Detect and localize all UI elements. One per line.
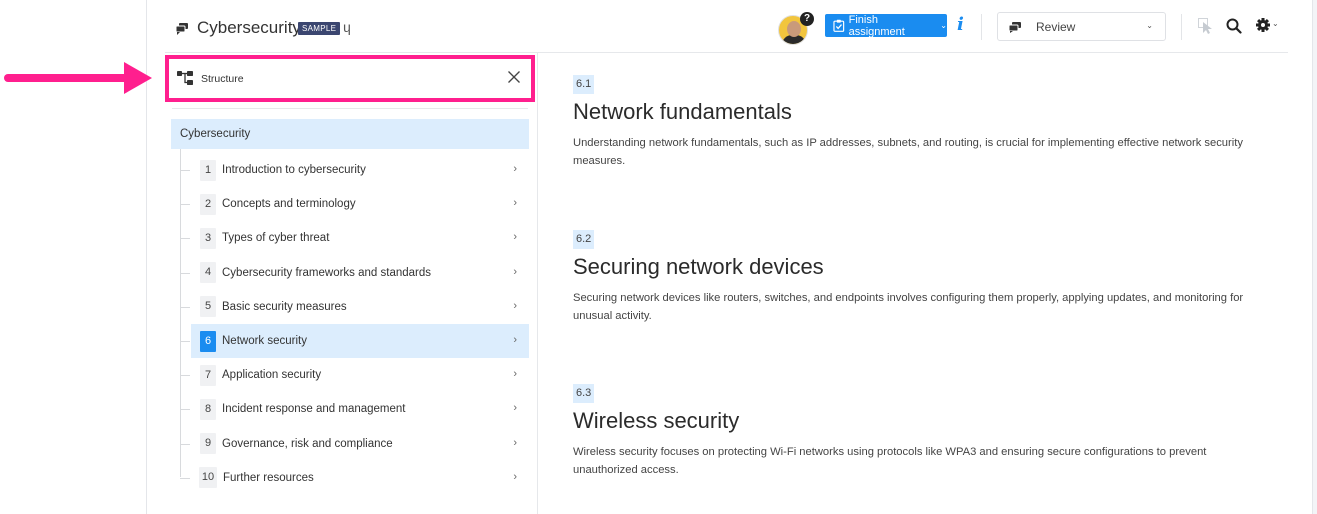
section-title: Wireless security xyxy=(573,408,740,433)
tree-connector-tick xyxy=(180,170,190,171)
version-icon[interactable]: ɥ xyxy=(343,19,351,35)
chapter-label: Cybersecurity frameworks and standards xyxy=(222,266,431,279)
tree-item[interactable]: 7 Application security › xyxy=(180,358,529,392)
chapter-label: Governance, risk and compliance xyxy=(222,437,393,450)
avatar-head xyxy=(787,21,801,37)
tree-root-cybersecurity[interactable]: Cybersecurity xyxy=(171,119,529,149)
tree-connector-tick xyxy=(180,409,190,411)
chapter-label: Basic security measures xyxy=(222,300,347,313)
tree-connector-tick xyxy=(180,238,190,240)
chevron-down-icon: ⌄ xyxy=(940,21,947,30)
sidebar-border xyxy=(537,53,538,514)
tree-connector-tick xyxy=(180,443,190,445)
chevron-right-icon[interactable]: › xyxy=(513,300,517,312)
chapter-label: Introduction to cybersecurity xyxy=(222,164,366,176)
tree-item[interactable]: 8 Incident response and management › xyxy=(180,392,529,426)
tree-item[interactable]: 5 Basic security measures › xyxy=(180,290,529,324)
tree-item[interactable]: 10 Further resources › xyxy=(180,461,529,495)
section-title: Network fundamentals xyxy=(573,99,792,124)
tree-connector-tick xyxy=(180,204,190,206)
section-body: Securing network devices like routers, s… xyxy=(573,292,1244,322)
review-chat-icon xyxy=(175,23,188,35)
chevron-right-icon[interactable]: › xyxy=(513,402,517,414)
chapter-number: 3 xyxy=(200,227,216,249)
section-number: 6.1 xyxy=(573,75,595,94)
review-mode-select[interactable]: Review ⌄ xyxy=(997,12,1166,41)
content-section: 6.1 Network fundamentals Understanding net… xyxy=(573,74,1253,170)
content-section: 6.2 Securing network devices Securing netw… xyxy=(573,229,1253,325)
tree-connector-line xyxy=(180,149,181,477)
close-icon[interactable] xyxy=(507,70,521,84)
chapter-number: 8 xyxy=(200,398,216,420)
chevron-right-icon[interactable]: › xyxy=(513,437,517,449)
tree-item[interactable]: 1 Introduction to cybersecurity › xyxy=(180,153,529,187)
chevron-right-icon[interactable]: › xyxy=(513,266,517,278)
chapter-label: Concepts and terminology xyxy=(222,198,356,211)
chevron-down-icon[interactable]: ⌄ xyxy=(1272,19,1279,28)
clipboard-check-icon xyxy=(833,19,845,32)
tree-item[interactable]: 2 Concepts and terminology › xyxy=(180,187,529,221)
chevron-right-icon[interactable]: › xyxy=(513,368,517,380)
tree-connector-tick xyxy=(180,272,190,274)
section-title: Securing network devices xyxy=(573,254,824,279)
tree-connector-tick xyxy=(180,477,190,479)
content-section: 6.3 Wireless security Wireless security fo… xyxy=(573,383,1253,479)
chevron-right-icon[interactable]: › xyxy=(513,334,517,346)
chapter-number: 4 xyxy=(200,262,216,284)
chapter-number: 5 xyxy=(200,296,216,318)
section-number: 6.2 xyxy=(573,230,595,249)
chapter-label: Application security xyxy=(222,369,322,382)
chevron-right-icon[interactable]: › xyxy=(513,471,517,483)
structure-divider xyxy=(172,108,528,109)
chapter-number: 7 xyxy=(200,364,216,386)
structure-tree-icon xyxy=(177,71,193,85)
tree-item[interactable]: 3 Types of cyber threat › xyxy=(180,221,529,255)
header-divider xyxy=(1181,14,1182,40)
finish-assignment-button[interactable]: Finish assignment ⌄ xyxy=(825,13,947,38)
section-body: Understanding network fundamentals, such… xyxy=(573,137,1243,167)
help-icon[interactable]: ? xyxy=(800,12,814,26)
sample-badge: SAMPLE xyxy=(298,22,341,35)
chapter-label: Incident response and management xyxy=(222,403,406,416)
tree-connector-tick xyxy=(180,341,190,342)
structure-panel-header: Structure xyxy=(165,55,535,102)
search-icon[interactable] xyxy=(1226,18,1242,34)
tree-item[interactable]: 4 Cybersecurity frameworks and standards › xyxy=(180,256,529,290)
chapter-number: 6 xyxy=(200,330,216,352)
section-number: 6.3 xyxy=(573,384,595,403)
annotation-arrow-shaft xyxy=(4,74,134,82)
document-title: Cybersecurity xyxy=(197,18,301,37)
chapter-label: Network security xyxy=(222,335,307,347)
tree-connector-tick xyxy=(180,375,190,377)
header-divider xyxy=(981,14,982,40)
tree-connector-tick xyxy=(180,306,190,308)
review-select-value: Review xyxy=(1036,19,1076,34)
chapter-number: 9 xyxy=(200,433,216,455)
tree-item[interactable]: 6 Network security › xyxy=(180,324,529,358)
chapter-label: Types of cyber threat xyxy=(222,232,330,245)
header-divider-line xyxy=(165,52,1288,53)
chapter-number: 2 xyxy=(200,193,216,215)
chevron-right-icon[interactable]: › xyxy=(513,231,517,243)
gear-icon[interactable] xyxy=(1256,18,1270,32)
chapter-label: Further resources xyxy=(223,471,314,484)
chevron-right-icon[interactable]: › xyxy=(513,197,517,209)
chevron-down-icon: ⌄ xyxy=(1146,21,1153,30)
info-icon[interactable]: i xyxy=(957,14,964,35)
chevron-right-icon[interactable]: › xyxy=(513,163,517,175)
review-chat-icon xyxy=(1008,21,1021,33)
annotation-arrow-head xyxy=(124,62,152,94)
select-cursor-icon[interactable] xyxy=(1198,18,1212,34)
right-scrollbar-track[interactable] xyxy=(1312,0,1317,514)
finish-assignment-label: Finish assignment xyxy=(848,13,905,38)
chapter-number: 1 xyxy=(200,159,216,181)
structure-panel-title: Structure xyxy=(201,73,244,85)
chapter-number: 10 xyxy=(199,467,217,489)
tree-item[interactable]: 9 Governance, risk and compliance › xyxy=(180,427,529,461)
section-body: Wireless security focuses on protecting … xyxy=(573,446,1207,476)
